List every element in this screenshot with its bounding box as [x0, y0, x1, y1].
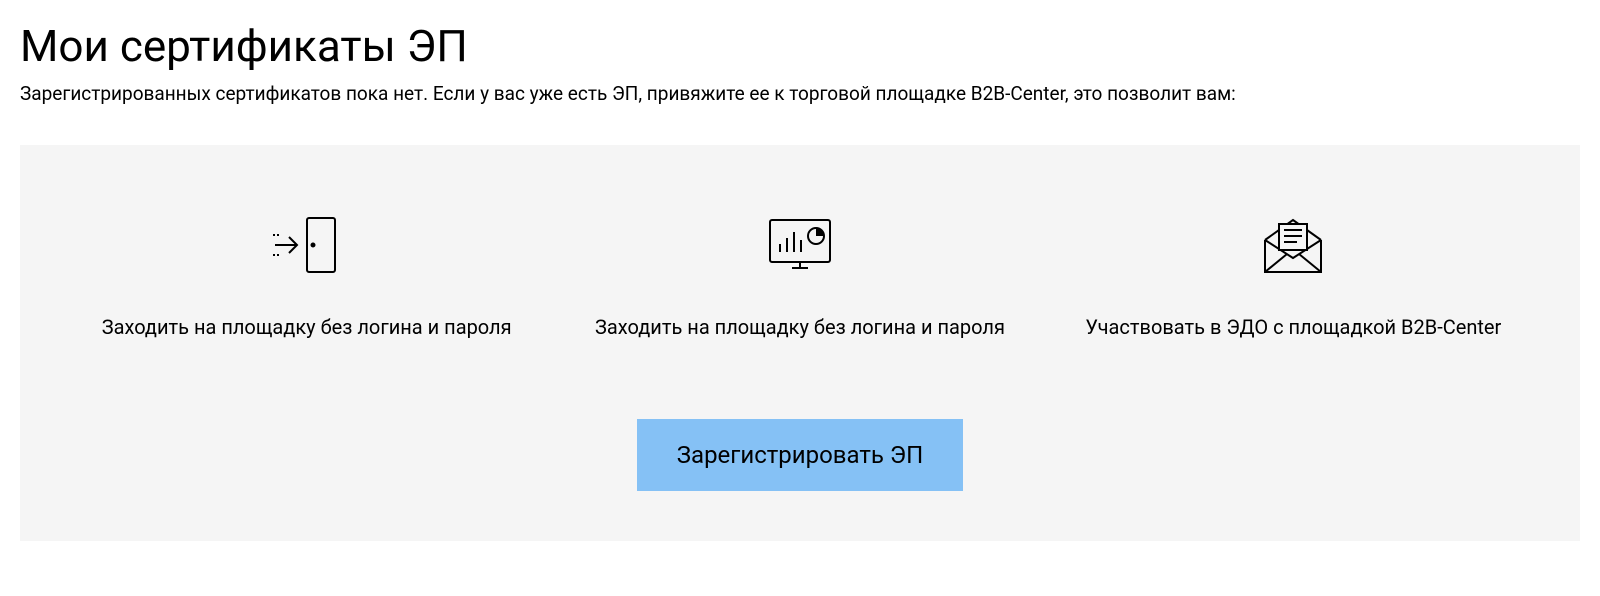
cta-wrapper: Зарегистрировать ЭП — [60, 419, 1540, 491]
certificates-panel: Заходить на площадку без логина и пароля… — [20, 145, 1580, 541]
page-title: Мои сертификаты ЭП — [20, 20, 1580, 72]
feature-text: Заходить на площадку без логина и пароля — [595, 315, 1005, 339]
register-ep-button[interactable]: Зарегистрировать ЭП — [637, 419, 963, 491]
analytics-monitor-icon — [760, 205, 840, 285]
feature-text: Заходить на площадку без логина и пароля — [102, 315, 512, 339]
features-row: Заходить на площадку без логина и пароля… — [60, 205, 1540, 339]
login-door-icon — [267, 205, 347, 285]
feature-item: Заходить на площадку без логина и пароля — [60, 205, 553, 339]
feature-item: Заходить на площадку без логина и пароля — [553, 205, 1046, 339]
feature-text: Участвовать в ЭДО с площадкой B2B-Center — [1085, 315, 1501, 339]
envelope-document-icon — [1253, 205, 1333, 285]
feature-item: Участвовать в ЭДО с площадкой B2B-Center — [1047, 205, 1540, 339]
page-subtitle: Зарегистрированных сертификатов пока нет… — [20, 82, 1580, 105]
